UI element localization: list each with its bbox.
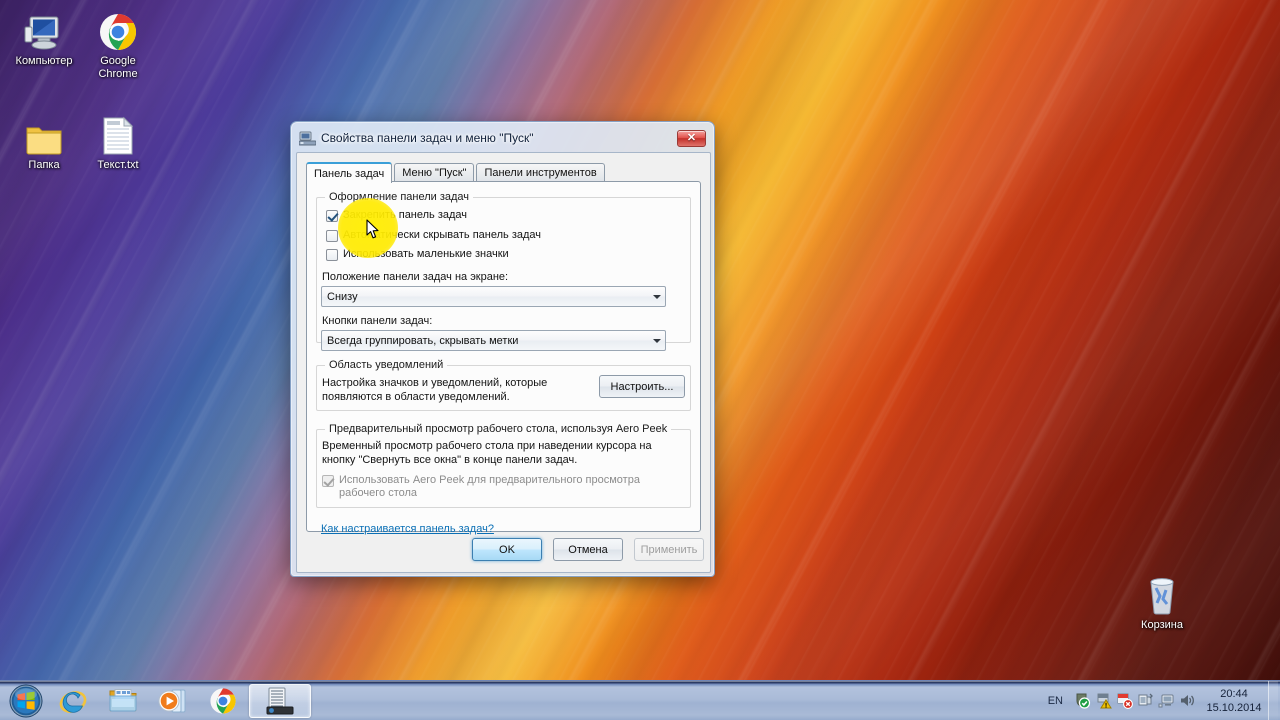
- chevron-down-icon[interactable]: [648, 331, 665, 350]
- combo-taskbar-buttons[interactable]: Всегда группировать, скрывать метки: [321, 330, 666, 351]
- checkbox-use-aero-peek-box[interactable]: [322, 475, 334, 487]
- checkbox-use-small-icons[interactable]: Использовать маленькие значки: [326, 248, 509, 261]
- desktop-icon-folder[interactable]: Папка: [6, 112, 82, 172]
- group-aero-peek-legend: Предварительный просмотр рабочего стола,…: [325, 423, 672, 435]
- help-link-taskbar-settings[interactable]: Как настраивается панель задач?: [321, 523, 494, 535]
- label-taskbar-position: Положение панели задач на экране:: [322, 271, 509, 283]
- aero-peek-description-line2: кнопку "Свернуть все окна" в конце панел…: [322, 454, 578, 466]
- flag-error-icon[interactable]: [1114, 690, 1135, 711]
- dialog-title: Свойства панели задач и меню "Пуск": [321, 131, 534, 145]
- desktop-icon-label: Компьютер: [15, 55, 73, 67]
- taskbar-button-google-chrome[interactable]: [199, 684, 247, 718]
- taskbar-button-internet-explorer[interactable]: [49, 684, 97, 718]
- close-glyph: ✕: [686, 131, 697, 144]
- group-taskbar-appearance: Оформление панели задач Закрепить панель…: [316, 191, 691, 351]
- clock-time: 20:44: [1220, 687, 1248, 700]
- checkbox-lock-taskbar-label: Закрепить панель задач: [343, 209, 468, 221]
- taskbar-properties-icon: [298, 130, 317, 146]
- chrome-icon: [80, 8, 156, 52]
- checkbox-use-aero-peek-label-line2: рабочего стола: [339, 487, 418, 499]
- apply-button: Применить: [634, 538, 704, 561]
- notification-description-line2: появляются в области уведомлений.: [322, 391, 510, 403]
- checkbox-use-small-icons-box[interactable]: [326, 249, 338, 261]
- checkbox-use-aero-peek-label-line1: Использовать Aero Peek для предварительн…: [339, 474, 640, 486]
- taskbar-button-windows-media-player[interactable]: [149, 684, 197, 718]
- cancel-button[interactable]: Отмена: [553, 538, 623, 561]
- close-icon[interactable]: ✕: [677, 129, 706, 147]
- shield-check-icon[interactable]: [1072, 690, 1093, 711]
- taskbar-properties-dialog[interactable]: Свойства панели задач и меню "Пуск" ✕ Па…: [290, 121, 715, 577]
- label-taskbar-buttons: Кнопки панели задач:: [322, 315, 433, 327]
- aero-peek-description-line1: Временный просмотр рабочего стола при на…: [322, 440, 652, 452]
- notification-description-line1: Настройка значков и уведомлений, которые: [322, 377, 548, 389]
- checkbox-auto-hide-taskbar-label: Автоматически скрывать панель задач: [343, 229, 542, 241]
- devices-icon[interactable]: [1135, 690, 1156, 711]
- computer-icon: [6, 8, 82, 52]
- combo-taskbar-buttons-value: Всегда группировать, скрывать метки: [327, 334, 519, 347]
- taskbar-button-windows-explorer[interactable]: [99, 684, 147, 718]
- tab-toolbars[interactable]: Панели инструментов: [476, 163, 605, 182]
- combo-taskbar-position[interactable]: Снизу: [321, 286, 666, 307]
- speaker-icon[interactable]: [1177, 690, 1198, 711]
- checkbox-lock-taskbar[interactable]: Закрепить панель задач: [326, 209, 467, 222]
- group-aero-peek: Предварительный просмотр рабочего стола,…: [316, 423, 691, 508]
- start-button[interactable]: [4, 683, 48, 719]
- clock[interactable]: 20:44 15.10.2014: [1198, 687, 1264, 715]
- taskbar-button-taskbar-properties[interactable]: [249, 683, 311, 718]
- desktop-icon-label: Корзина: [1141, 619, 1183, 631]
- tab-page-taskbar: Оформление панели задач Закрепить панель…: [306, 181, 701, 535]
- flag-warning-icon[interactable]: [1093, 690, 1114, 711]
- network-icon[interactable]: [1156, 690, 1177, 711]
- notification-area[interactable]: EN 20:44 15.10.2014: [1039, 680, 1280, 720]
- checkbox-auto-hide-taskbar[interactable]: Автоматически скрывать панель задач: [326, 229, 541, 242]
- checkbox-use-aero-peek[interactable]: Использовать Aero Peek для предварительн…: [322, 474, 652, 500]
- desktop-icon-label: Текст.txt: [97, 159, 139, 171]
- language-indicator[interactable]: EN: [1039, 695, 1072, 707]
- checkbox-auto-hide-taskbar-box[interactable]: [326, 230, 338, 242]
- chevron-down-icon[interactable]: [648, 287, 665, 306]
- desktop-icon-label: Папка: [28, 159, 60, 171]
- combo-taskbar-position-value: Снизу: [327, 290, 358, 303]
- tab-start-menu[interactable]: Меню "Пуск": [394, 163, 475, 182]
- checkbox-use-small-icons-label: Использовать маленькие значки: [343, 248, 509, 260]
- dialog-titlebar[interactable]: Свойства панели задач и меню "Пуск" ✕: [295, 126, 710, 150]
- text-file-icon: [80, 112, 156, 156]
- desktop-icon-label: Google Chrome: [98, 55, 138, 80]
- desktop-icon-computer[interactable]: Компьютер: [6, 8, 82, 68]
- desktop-icon-text-file[interactable]: Текст.txt: [80, 112, 156, 172]
- clock-date: 15.10.2014: [1206, 701, 1262, 714]
- recycle-bin-icon: [1124, 572, 1200, 616]
- taskbar[interactable]: EN 20:44 15.10.2014: [0, 680, 1280, 720]
- group-notification-legend: Область уведомлений: [325, 359, 448, 371]
- dialog-client-area: Панель задач Меню "Пуск" Панели инструме…: [296, 152, 711, 573]
- ok-button[interactable]: OK: [472, 538, 542, 561]
- checkbox-lock-taskbar-box[interactable]: [326, 210, 338, 222]
- show-desktop-button[interactable]: [1268, 680, 1278, 720]
- customize-notifications-button[interactable]: Настроить...: [599, 375, 685, 398]
- desktop-icon-google-chrome[interactable]: Google Chrome: [80, 8, 156, 81]
- group-appearance-legend: Оформление панели задач: [325, 191, 474, 203]
- tab-taskbar[interactable]: Панель задач: [306, 162, 393, 183]
- desktop[interactable]: Компьютер Google Chrome Папка Текст.txt …: [0, 0, 1280, 720]
- tab-strip: Панель задач Меню "Пуск" Панели инструме…: [306, 162, 701, 183]
- folder-icon: [6, 112, 82, 156]
- desktop-icon-recycle-bin[interactable]: Корзина: [1124, 572, 1200, 632]
- group-notification-area: Область уведомлений Настройка значков и …: [316, 359, 691, 411]
